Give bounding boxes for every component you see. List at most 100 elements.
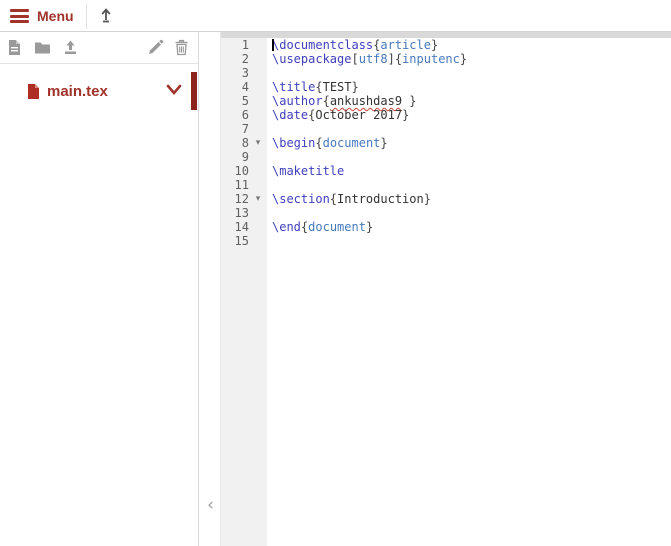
gutter-line: 10	[221, 164, 267, 178]
file-tree-sidebar: main.tex	[0, 32, 199, 546]
gutter-line: 8 ▾	[221, 136, 267, 150]
gutter-line: 6	[221, 108, 267, 122]
hamburger-icon	[10, 9, 29, 23]
code-token: \end	[272, 220, 301, 234]
gutter-line: 11	[221, 178, 267, 192]
file-tree-toolbar	[0, 32, 198, 64]
code-line[interactable]: \end{document}	[267, 220, 671, 234]
code-token: {	[322, 94, 330, 108]
publish-button[interactable]	[95, 5, 117, 27]
code-token: }	[380, 136, 388, 150]
gutter-line: 5	[221, 94, 267, 108]
sidebar-scrollbar-thumb[interactable]	[191, 72, 197, 110]
code-line[interactable]: \documentclass{article}	[267, 38, 671, 52]
gutter-line: 13	[221, 206, 267, 220]
code-token: TEST	[322, 80, 352, 94]
code-token: {	[329, 192, 338, 206]
new-file-icon[interactable]	[6, 39, 23, 56]
fold-toggle-icon[interactable]: ▾	[249, 136, 267, 150]
code-line[interactable]: \maketitle	[267, 164, 671, 178]
code-token: }	[351, 80, 359, 94]
publish-up-arrow-icon	[101, 8, 111, 23]
gutter-line: 4	[221, 80, 267, 94]
code-line[interactable]	[267, 234, 671, 248]
trash-icon[interactable]	[173, 39, 190, 56]
pane-resizer[interactable]: ‹	[200, 32, 221, 546]
file-name-label: main.tex	[47, 82, 108, 100]
code-line[interactable]: \begin{document}	[267, 136, 671, 150]
chevron-down-icon[interactable]	[166, 84, 182, 96]
tex-file-icon	[28, 83, 39, 99]
code-line[interactable]	[267, 122, 671, 136]
upload-icon[interactable]	[62, 39, 79, 56]
line-number: 6	[241, 108, 249, 122]
line-number: 12	[234, 192, 249, 206]
code-editor: 1 2 3 4 5 6 7 8 ▾ 9 10 11 12 ▾ 13 14 15 \documentclass{a…	[221, 32, 671, 546]
gutter: 1 2 3 4 5 6 7 8 ▾ 9 10 11 12 ▾ 13 14 15	[221, 38, 267, 546]
code-line[interactable]	[267, 178, 671, 192]
gutter-line: 14	[221, 220, 267, 234]
code-area[interactable]: \documentclass{article} \usepackage[utf8]…	[267, 38, 671, 546]
code-line[interactable]: \author{ankushdas9 }	[267, 94, 671, 108]
code-token: \begin	[272, 136, 316, 150]
code-token: document	[322, 136, 381, 150]
new-folder-icon[interactable]	[34, 39, 51, 56]
code-token: {	[315, 136, 323, 150]
pencil-icon[interactable]	[147, 39, 164, 56]
line-number: 13	[234, 206, 249, 220]
line-number: 7	[241, 122, 249, 136]
code-token: }	[365, 220, 374, 234]
code-token: \documentclass	[272, 38, 374, 52]
code-line[interactable]: \title{TEST}	[267, 80, 671, 94]
code-token: Introduction	[337, 192, 424, 206]
line-number: 4	[241, 80, 249, 94]
code-token: \author	[272, 94, 323, 108]
code-line[interactable]	[267, 150, 671, 164]
code-token: {	[315, 80, 323, 94]
fold-toggle-icon[interactable]: ▾	[249, 192, 267, 206]
line-number: 11	[234, 178, 249, 192]
code-token: article	[380, 38, 431, 52]
collapse-sidebar-button[interactable]: ‹	[203, 494, 218, 516]
code-line[interactable]	[267, 206, 671, 220]
code-token: }	[430, 38, 439, 52]
code-token: \maketitle	[272, 164, 345, 178]
line-number: 15	[234, 234, 249, 248]
code-token: October 2017	[315, 108, 403, 122]
line-number: 5	[241, 94, 249, 108]
toolbar-divider	[86, 3, 87, 29]
code-token: ]{	[387, 52, 403, 66]
code-token: \section	[272, 192, 330, 206]
code-token: inputenc	[402, 52, 460, 66]
code-token: utf8	[358, 52, 388, 66]
top-toolbar: Menu	[0, 0, 671, 32]
code-token: }	[409, 94, 417, 108]
file-item-main-tex[interactable]: main.tex	[0, 76, 198, 106]
menu-button[interactable]: Menu	[10, 4, 74, 28]
code-line[interactable]	[267, 66, 671, 80]
editor-body: 1 2 3 4 5 6 7 8 ▾ 9 10 11 12 ▾ 13 14 15 \documentclass{a…	[221, 38, 671, 546]
gutter-line: 1	[221, 38, 267, 52]
code-token: \usepackage	[272, 52, 352, 66]
code-token: }	[423, 192, 431, 206]
code-token: ankushdas9	[329, 94, 403, 108]
code-line[interactable]: \date{October 2017}	[267, 108, 671, 122]
menu-button-label: Menu	[37, 8, 74, 24]
gutter-line: 2	[221, 52, 267, 66]
code-line[interactable]: \section{Introduction}	[267, 192, 671, 206]
gutter-line: 12 ▾	[221, 192, 267, 206]
code-line[interactable]: \usepackage[utf8]{inputenc}	[267, 52, 671, 66]
text-cursor	[272, 39, 274, 51]
line-number: 1	[241, 38, 249, 52]
line-number: 10	[234, 164, 249, 178]
gutter-line: 9	[221, 150, 267, 164]
